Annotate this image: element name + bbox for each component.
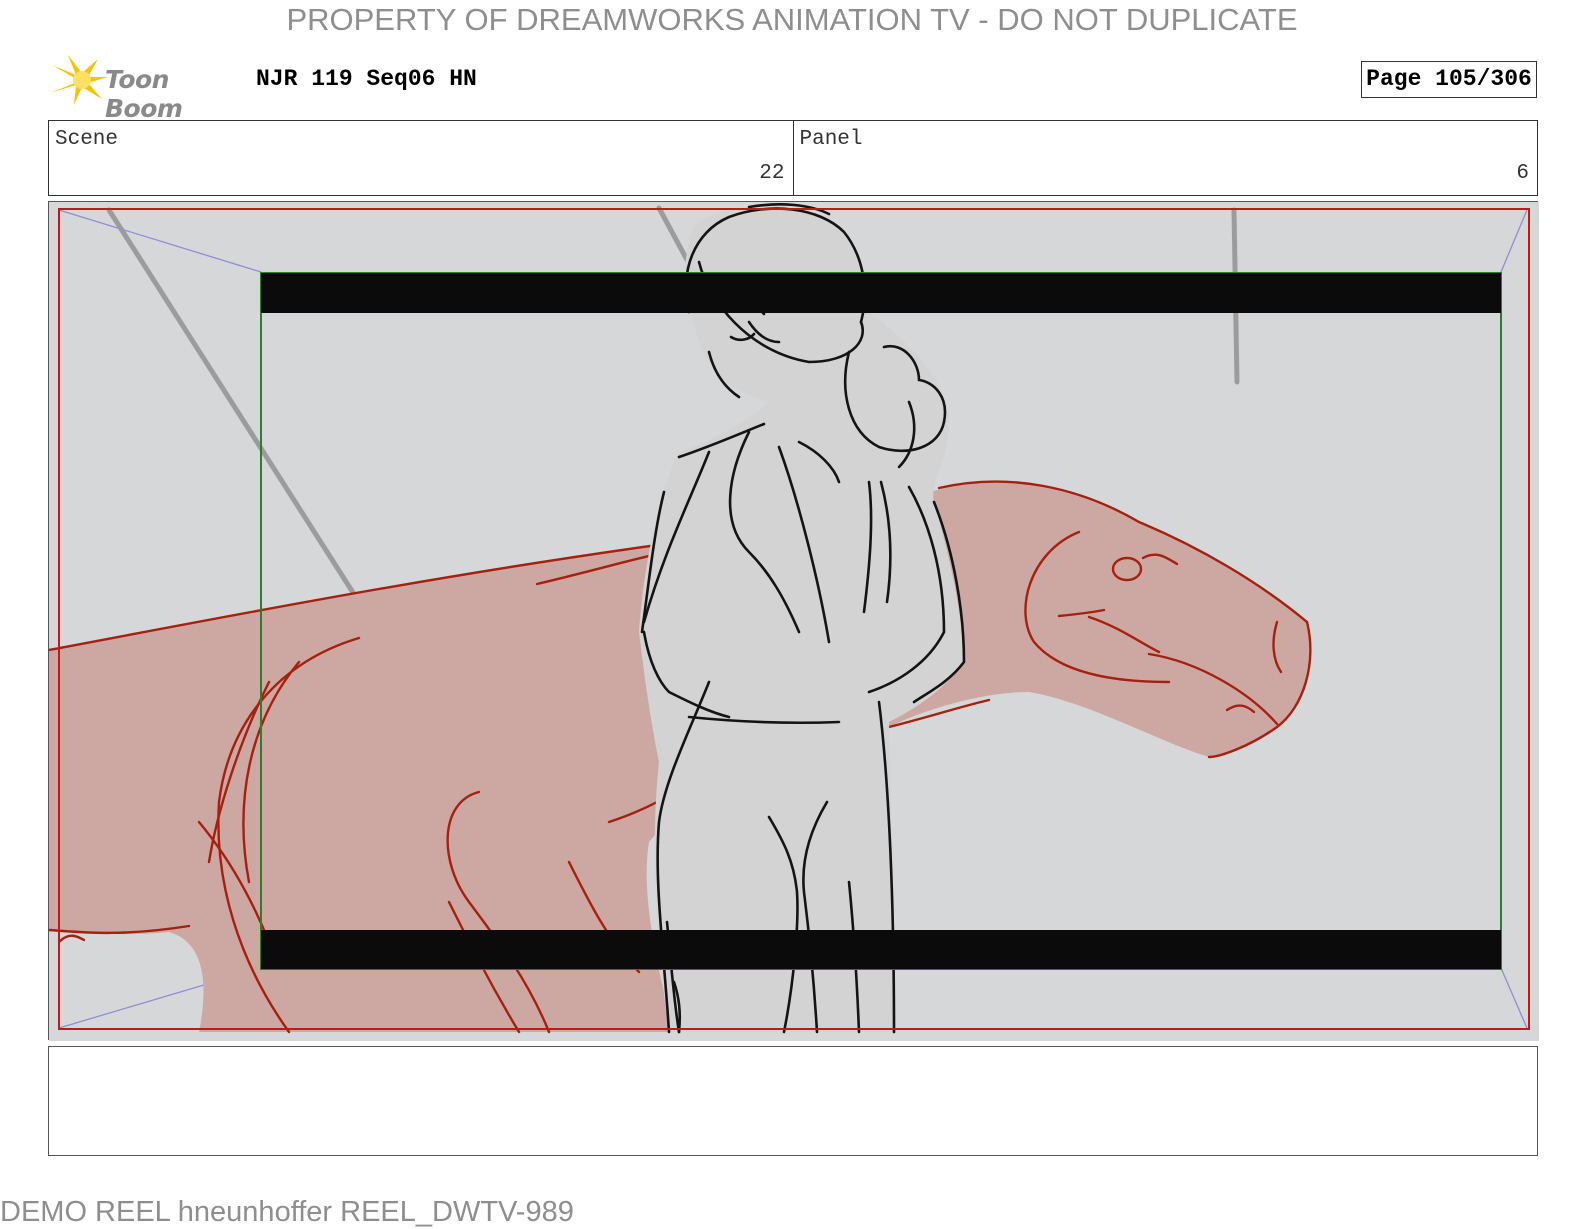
page-indicator: Page 105/306: [1361, 61, 1537, 98]
watermark-top: PROPERTY OF DREAMWORKS ANIMATION TV - DO…: [286, 2, 1298, 37]
panel-cell: Panel 6: [792, 121, 1538, 195]
panel-drawing: [49, 202, 1539, 1041]
scene-number: 22: [759, 162, 785, 185]
toon-boom-logo: Toon Boom: [50, 55, 240, 123]
letterbox-bottom: [261, 930, 1501, 969]
panel-notes-box: [48, 1046, 1538, 1156]
starburst-icon: [50, 55, 108, 105]
panel-number: 6: [1516, 162, 1529, 185]
panel-label: Panel: [799, 128, 863, 151]
letterbox-top: [261, 273, 1501, 313]
footer-reel-label: DEMO REEL hneunhoffer REEL_DWTV-989: [0, 1196, 574, 1228]
scene-cell: Scene 22: [49, 121, 793, 195]
storyboard-panel: [48, 201, 1539, 1041]
scene-panel-info: Scene 22 Panel 6: [48, 120, 1538, 196]
scene-label: Scene: [55, 128, 119, 151]
document-title: NJR 119 Seq06 HN: [256, 66, 477, 92]
logo-text: Toon Boom: [105, 65, 183, 123]
